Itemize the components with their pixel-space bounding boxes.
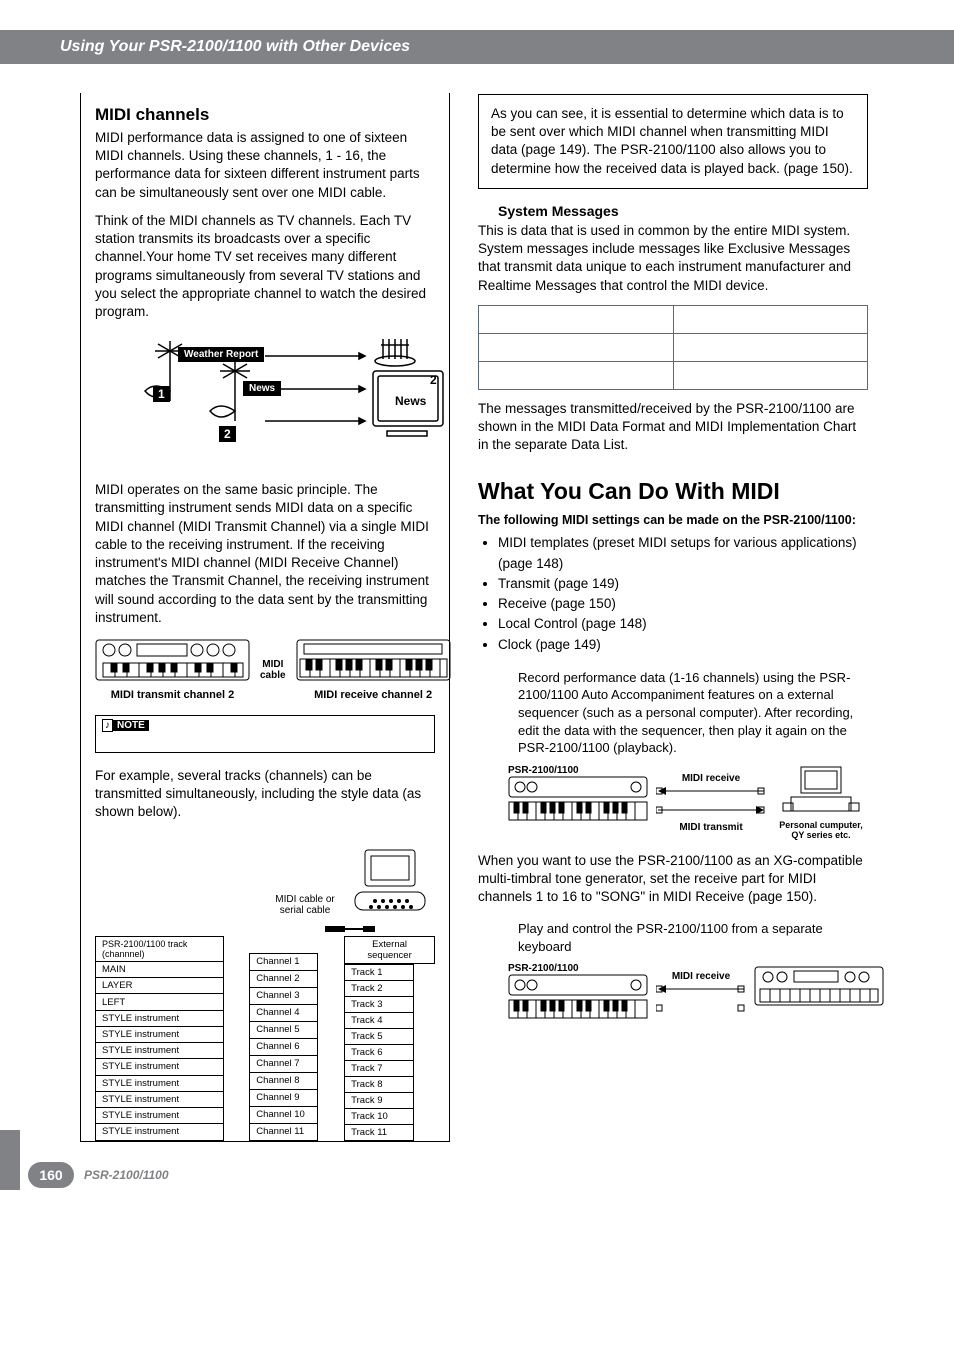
right-box-top: As you can see, it is essential to deter… (478, 94, 868, 189)
computer-icon-small (781, 765, 861, 815)
keyboard-left-icon (95, 639, 250, 681)
tv-channel-diagram: Weather Report News 1 2 2 News (115, 331, 435, 471)
heading-what-you-can-do: What You Can Do With MIDI (478, 478, 868, 505)
paragraph-intro-bold: The following MIDI settings can be made … (478, 513, 868, 527)
side-tab-marker (0, 1130, 20, 1190)
tv-label-news-1: News (243, 381, 281, 396)
heading-system-messages: System Messages (498, 203, 868, 219)
paragraph-after-table: The messages transmitted/received by the… (478, 400, 868, 455)
midi-tx-label: MIDI transmit channel 2 (95, 689, 250, 701)
midi-cable-diagram: MIDI transmit channel 2 MIDI cable MIDI … (95, 639, 435, 701)
paragraph-midi-1: MIDI performance data is assigned to one… (95, 129, 435, 202)
external-sequencer-label: External sequencer (344, 936, 435, 964)
keyboard-right-icon (296, 639, 451, 681)
d1-midi-receive-label: MIDI receive (656, 773, 766, 784)
page-footer: 160 PSR-2100/1100 (0, 1142, 954, 1188)
bullet-item: Local Control (page 148) (498, 614, 868, 634)
bullet-item: MIDI templates (preset MIDI setups for v… (498, 533, 868, 574)
paragraph-midi-3: MIDI operates on the same basic principl… (95, 481, 435, 627)
d2-psr-label: PSR-2100/1100 (508, 963, 648, 974)
tv-number-2b: 2 (430, 373, 437, 387)
arrow-right-icon (656, 803, 766, 817)
arrow-left-icon (656, 784, 766, 798)
bullet-list: MIDI templates (preset MIDI setups for v… (478, 533, 868, 655)
section-title: Using Your PSR-2100/1100 with Other Devi… (60, 38, 410, 56)
midi-rx-label: MIDI receive channel 2 (296, 689, 451, 701)
psr-keyboard-icon-2 (508, 974, 648, 1022)
footer-model: PSR-2100/1100 (84, 1168, 169, 1182)
paragraph-play-control: Play and control the PSR-2100/1100 from … (518, 920, 868, 955)
bullet-item: Receive (page 150) (498, 594, 868, 614)
paragraph-midi-2: Think of the MIDI channels as TV channel… (95, 212, 435, 321)
tv-number-2: 2 (219, 426, 236, 442)
paragraph-box: As you can see, it is essential to deter… (491, 105, 855, 178)
tv-label-news-2: News (395, 394, 426, 408)
connection-diagram-1: PSR-2100/1100 MIDI receive (508, 765, 868, 840)
section-header-bar: Using Your PSR-2100/1100 with Other Devi… (0, 30, 954, 64)
paragraph-system-messages: This is data that is used in common by t… (478, 222, 868, 295)
bullet-item: Clock (page 149) (498, 635, 868, 655)
d1-pc-label: Personal cumputer, QY series etc. (774, 820, 868, 840)
track-cable-caption: MIDI cable or serial cable (265, 894, 345, 916)
paragraph-record: Record performance data (1-16 channels) … (518, 669, 868, 757)
bullet-item: Transmit (page 149) (498, 574, 868, 594)
connector-line-icon (656, 1001, 746, 1015)
paragraph-xg: When you want to use the PSR-2100/1100 a… (478, 852, 868, 907)
note-box: ♪NOTE (95, 715, 435, 753)
heading-midi-channels: MIDI channels (95, 105, 435, 125)
track-table-tracks: Track 1 Track 2 Track 3 Track 4 Track 5 … (344, 964, 414, 1141)
d1-midi-transmit-label: MIDI transmit (656, 822, 766, 833)
tv-number-1: 1 (153, 386, 170, 402)
d1-psr-label: PSR-2100/1100 (508, 765, 648, 776)
arrow-left-icon-2 (656, 982, 746, 996)
track-table-channels: Channel 1 Channel 2 Channel 3 Channel 4 … (249, 953, 318, 1141)
note-icon: ♪ (102, 719, 113, 732)
page-number: 160 (28, 1162, 74, 1188)
tv-label-weather: Weather Report (178, 347, 264, 362)
external-keyboard-icon (754, 963, 884, 1007)
track-header: PSR-2100/1100 track (channnel) (96, 936, 224, 961)
paragraph-midi-4: For example, several tracks (channels) c… (95, 767, 435, 822)
psr-keyboard-icon (508, 776, 648, 824)
d2-midi-receive-label: MIDI receive (656, 971, 746, 982)
note-label: NOTE (113, 720, 149, 731)
message-table (478, 305, 868, 390)
midi-cable-label: MIDI cable (260, 659, 286, 681)
connection-diagram-2: PSR-2100/1100 MIDI receive (508, 963, 868, 1027)
computer-icon (345, 842, 435, 922)
track-cable-line (95, 922, 455, 936)
track-table-parts: PSR-2100/1100 track (channnel) MAIN LAYE… (95, 936, 224, 1141)
track-diagram: MIDI cable or serial cable PSR-2100/1100… (95, 832, 435, 1141)
